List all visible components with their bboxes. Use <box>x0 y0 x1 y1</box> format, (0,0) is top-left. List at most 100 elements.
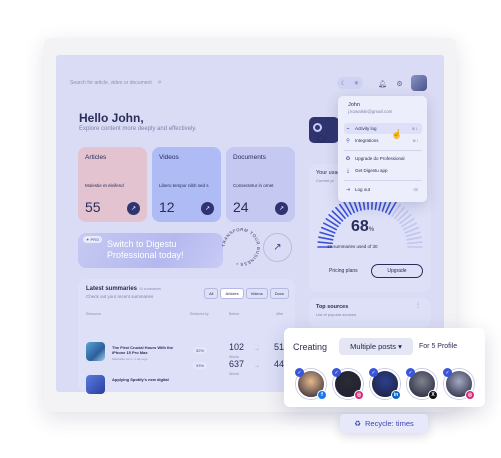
profile-avatar[interactable]: ✓ f <box>295 368 327 400</box>
profile-avatar[interactable]: ✓ ◎ <box>332 368 364 400</box>
menu-item-get-app[interactable]: ⤓ Get Digestu app <box>344 165 422 176</box>
check-icon: ✓ <box>295 368 304 377</box>
clock-icon <box>317 135 325 143</box>
menu-user-email: j.kowalski@gmail.com <box>348 109 393 114</box>
after-count: 44 <box>274 359 285 369</box>
menu-divider <box>344 150 422 151</box>
menu-item-label: Log out <box>355 187 371 192</box>
menu-user-name: John <box>348 102 360 108</box>
filter-articles[interactable]: Articles <box>220 288 244 299</box>
col-resource: Resource <box>86 312 101 316</box>
latest-count: 10 summaries <box>139 287 162 291</box>
search-icon: ⌕ <box>157 79 162 86</box>
avatar[interactable] <box>411 75 427 91</box>
thumbnail <box>86 375 105 394</box>
gauge-tick <box>318 236 334 241</box>
caret-down-icon: ▾ <box>398 342 402 351</box>
download-icon: ⤓ <box>346 167 350 174</box>
top-sources-panel: Top sources List of popular sources ⋮ <box>309 298 431 328</box>
table-row[interactable]: Applying Spotify's new digital 93% 637 W… <box>86 359 291 394</box>
after-count: 51 <box>274 342 285 352</box>
filter-tabs: All Articles Videos Docs <box>204 288 289 299</box>
check-icon: ✓ <box>332 368 341 377</box>
network-badge-icon: X <box>428 390 438 400</box>
check-icon: ✓ <box>443 368 452 377</box>
reduced-badge: 52% <box>193 347 208 354</box>
card-articles[interactable]: Articles Molestie et eleifend 55 ↗ <box>78 147 147 222</box>
card-desc: Libero tempor nibh sed s <box>159 183 209 188</box>
reduced-badge: 93% <box>193 362 208 369</box>
card-label: Videos <box>159 154 179 161</box>
menu-item-label: Get Digestu app <box>355 168 388 173</box>
profile-avatar[interactable]: ✓ in <box>369 368 401 400</box>
creating-panel: Creating Multiple posts ▾ For 5 Profile … <box>284 328 485 407</box>
menu-item-activity-log[interactable]: ⌁ Activity log ⌘ L <box>344 123 422 134</box>
card-count: 24 <box>233 199 249 215</box>
refresh-icon <box>313 123 322 132</box>
logout-icon: ⇥ <box>345 186 351 193</box>
card-documents[interactable]: Documents Consectetur in ornet 24 ↗ <box>226 147 295 222</box>
recycle-icon: ♻ <box>354 419 361 428</box>
plug-icon: ⚲ <box>346 137 350 144</box>
shortcut: ⌘ I <box>412 138 418 143</box>
col-reduced: Reduced by <box>190 312 209 316</box>
network-badge-icon: f <box>317 390 327 400</box>
usage-percent: 68% <box>351 218 374 236</box>
profile-menu: John j.kowalski@gmail.com ⌁ Activity log… <box>338 96 427 202</box>
filter-all[interactable]: All <box>204 288 219 299</box>
col-before: Before <box>229 312 240 316</box>
filter-videos[interactable]: Videos <box>245 288 268 299</box>
row-title: The First Crucial Hours With the iPhone … <box>112 345 174 355</box>
profile-avatar[interactable]: ✓ X <box>406 368 438 400</box>
menu-item-integrations[interactable]: ⚲ Integrations ⌘ I <box>344 135 422 146</box>
card-desc: Molestie et eleifend <box>85 183 124 188</box>
top-sources-title: Top sources <box>316 304 349 310</box>
pricing-plans-link[interactable]: Pricing plans <box>329 268 358 274</box>
arrow-icon[interactable]: ↗ <box>201 202 214 215</box>
upgrade-button[interactable]: Upgrade <box>371 264 423 278</box>
gauge-tick <box>319 231 335 238</box>
network-badge-icon: ◎ <box>465 390 475 400</box>
theme-toggle[interactable]: ☾ ☀ <box>337 77 363 89</box>
col-after: After <box>276 312 284 316</box>
sun-icon: ☀ <box>353 80 360 87</box>
usage-subtitle: Current pl <box>316 178 334 183</box>
percent-sign: % <box>368 227 375 233</box>
filter-docs[interactable]: Docs <box>269 288 289 299</box>
latest-subtitle: Check out your recent summaries <box>86 294 154 299</box>
rotating-ring-text: TRANSFORM YOUR BUSINESS • <box>221 227 261 267</box>
profile-avatar[interactable]: ✓ ◎ <box>443 368 475 400</box>
creating-label: Creating <box>293 342 328 352</box>
recycle-button[interactable]: ♻ Recycle: times <box>340 414 428 433</box>
arrow-right-icon: → <box>254 346 260 352</box>
shortcut: ⌫ <box>413 187 418 192</box>
post-type-select[interactable]: Multiple posts ▾ <box>339 338 413 355</box>
arrow-icon[interactable]: ↗ <box>275 202 288 215</box>
svg-text:TRANSFORM YOUR BUSINESS •: TRANSFORM YOUR BUSINESS • <box>221 227 261 267</box>
gear-icon[interactable]: ⚙ <box>393 77 406 90</box>
menu-item-logout[interactable]: ⇥ Log out ⌫ <box>344 184 422 195</box>
promo-banner[interactable]: ✦ PRO Switch to Digestu Professional tod… <box>78 233 223 268</box>
profile-count: For 5 Profile <box>419 343 458 350</box>
search-input[interactable]: Search for article, video or document ⌕ <box>64 74 368 92</box>
moon-icon: ☾ <box>340 80 347 87</box>
menu-item-label: Activity log <box>355 126 377 131</box>
arrow-icon[interactable]: ↗ <box>127 202 140 215</box>
card-desc: Consectetur in ornet <box>233 183 274 188</box>
hand-cursor-icon: ☝ <box>391 129 403 139</box>
pro-badge: ✦ PRO <box>83 236 103 243</box>
promo-arrow-button[interactable]: ↗ <box>263 233 292 262</box>
top-sources-subtitle: List of popular sources <box>316 312 357 317</box>
menu-item-upgrade[interactable]: ✪ Upgrade do Professional <box>344 153 422 164</box>
more-icon[interactable]: ⋮ <box>415 302 421 309</box>
before-count: 102 <box>229 342 245 352</box>
card-label: Articles <box>85 154 107 161</box>
check-icon: ✓ <box>406 368 415 377</box>
before-unit: Words <box>229 372 240 376</box>
latest-summaries-panel: Latest summaries 10 summaries Check out y… <box>78 279 295 394</box>
search-placeholder: Search for article, video or document <box>70 80 152 86</box>
bell-icon[interactable]: 🔔︎ <box>376 77 389 90</box>
card-videos[interactable]: Videos Libero tempor nibh sed s 12 ↗ <box>152 147 221 222</box>
row-title: Applying Spotify's new digital <box>112 377 169 382</box>
card-count: 55 <box>85 199 101 215</box>
